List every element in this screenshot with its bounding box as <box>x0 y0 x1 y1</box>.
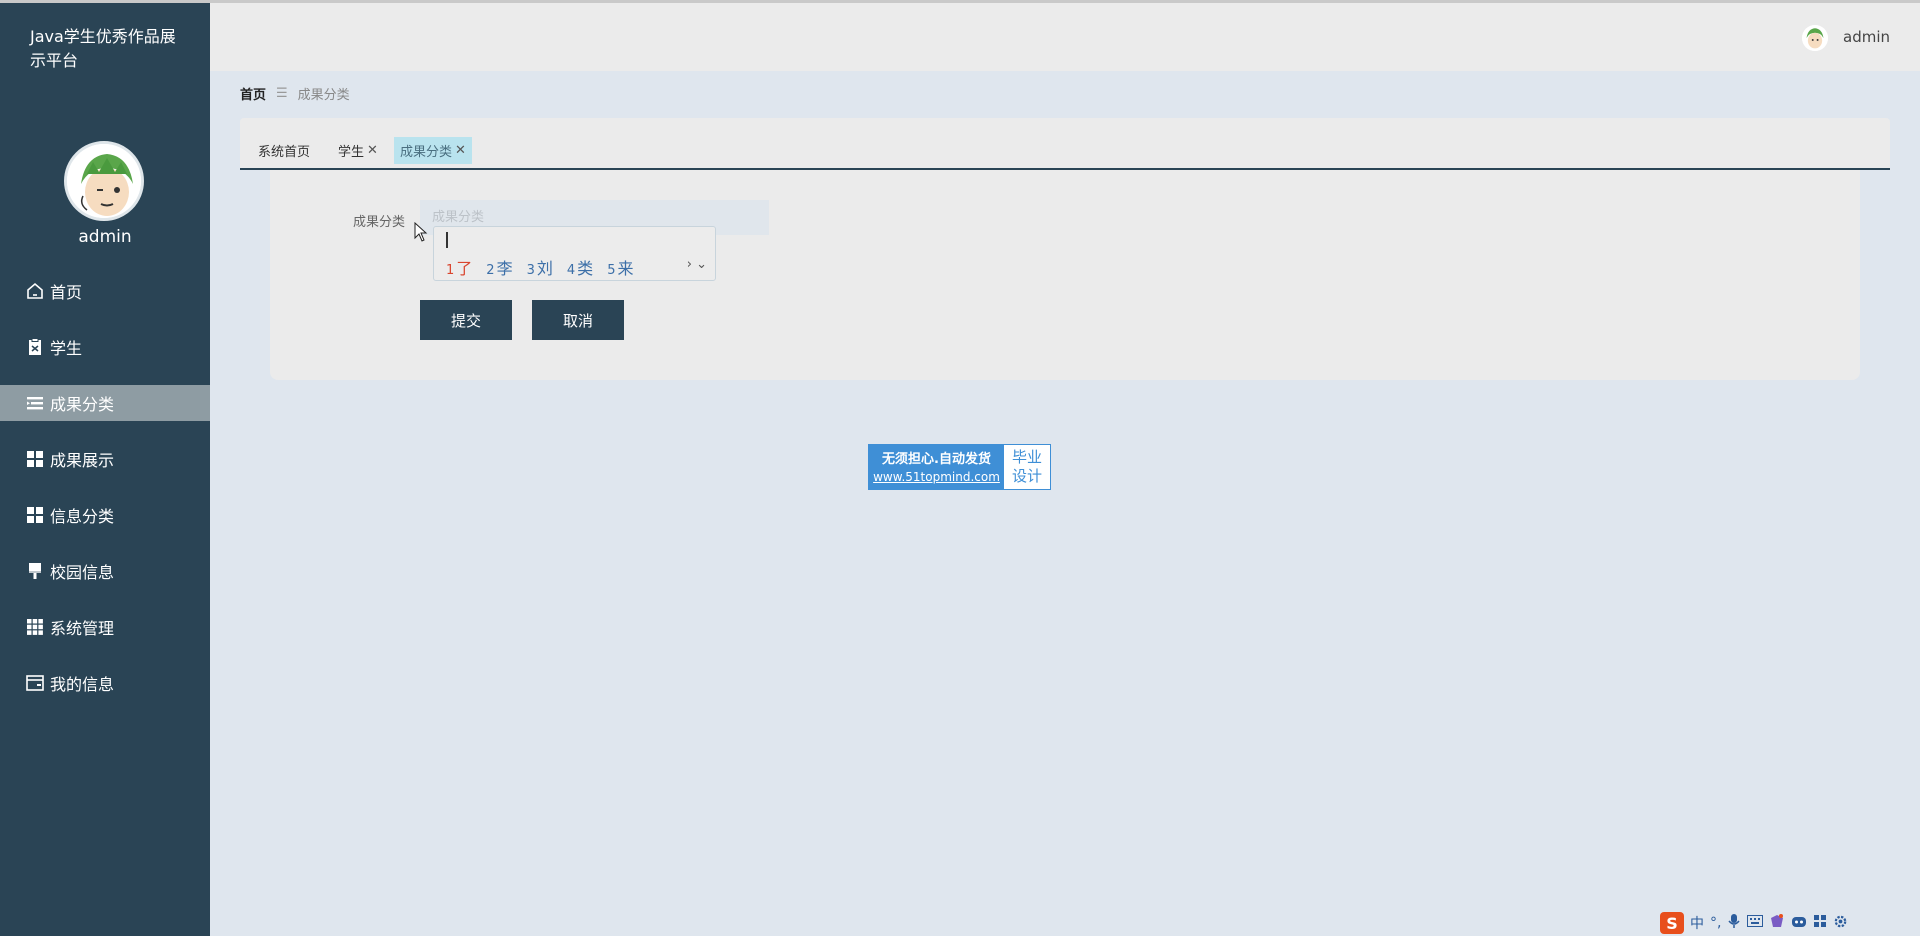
breadcrumb: 首页 ☰ 成果分类 <box>240 84 350 103</box>
promo-right: 毕业 设计 <box>1004 445 1050 489</box>
brush-icon <box>24 560 46 582</box>
sidebar-item-achievement-category[interactable]: 成果分类 <box>0 385 210 421</box>
breadcrumb-separator-icon: ☰ <box>276 86 288 101</box>
sidebar-username: admin <box>78 227 132 247</box>
sidebar-item-my-info[interactable]: 我的信息 <box>0 665 210 701</box>
ime-candidate[interactable]: 3刘 <box>527 255 553 279</box>
mic-icon[interactable] <box>1727 913 1741 933</box>
cancel-button[interactable]: 取消 <box>532 300 624 340</box>
settings-icon[interactable] <box>1833 914 1848 933</box>
ime-next-page-icon[interactable]: › ⌄ <box>687 257 707 272</box>
sidebar-item-label: 我的信息 <box>50 675 115 694</box>
avatar-image <box>67 144 141 218</box>
avatar <box>64 141 144 221</box>
skin-icon[interactable] <box>1769 913 1785 933</box>
ime-mode-toggle[interactable]: 中 <box>1690 913 1704 933</box>
sidebar-item-label: 成果分类 <box>50 395 115 414</box>
ime-candidates: 1了 2李 3刘 4类 5来 <box>446 255 647 279</box>
punctuation-toggle[interactable]: °, <box>1710 915 1721 931</box>
clipboard-icon <box>24 336 46 358</box>
promo-badge[interactable]: 无须担心.自动发货 www.51topmind.com 毕业 设计 <box>868 444 1051 490</box>
tab-label: 成果分类 <box>400 145 453 160</box>
sidebar-menu: 首页 学生 成果分类 成果展示 信息分类 校园信息 系统管理 我的信息 <box>0 273 210 721</box>
app-title: Java学生优秀作品展示平台 <box>30 27 176 70</box>
sidebar-item-campus-info[interactable]: 校园信息 <box>0 553 210 589</box>
close-icon[interactable]: ✕ <box>367 143 378 158</box>
sidebar-item-system-management[interactable]: 系统管理 <box>0 609 210 645</box>
close-icon[interactable]: ✕ <box>455 143 466 158</box>
home-icon <box>24 280 46 302</box>
ime-toolbar: S 中 °, <box>1660 910 1890 936</box>
promo-url[interactable]: www.51topmind.com <box>869 470 1004 484</box>
sidebar-item-label: 信息分类 <box>50 507 115 526</box>
sidebar-item-home[interactable]: 首页 <box>0 273 210 309</box>
tab-system-home[interactable]: 系统首页 <box>252 137 316 164</box>
sidebar-item-label: 首页 <box>50 283 83 302</box>
sidebar-item-label: 学生 <box>50 339 83 358</box>
avatar-image <box>1802 25 1828 51</box>
field-label: 成果分类 <box>353 215 406 230</box>
ime-candidate[interactable]: 1了 <box>446 255 472 279</box>
wallet-icon <box>24 672 46 694</box>
sidebar-item-students[interactable]: 学生 <box>0 329 210 365</box>
ime-candidate[interactable]: 2李 <box>486 255 512 279</box>
tab-label: 学生 <box>338 145 365 160</box>
grid-icon <box>24 504 46 526</box>
breadcrumb-home[interactable]: 首页 <box>240 84 266 103</box>
promo-line1: 无须担心.自动发货 <box>882 452 991 467</box>
ime-candidate[interactable]: 5来 <box>607 255 633 279</box>
sidebar-item-label: 校园信息 <box>50 563 115 582</box>
sidebar-item-achievement-display[interactable]: 成果展示 <box>0 441 210 477</box>
sogou-logo-icon[interactable]: S <box>1660 912 1684 934</box>
tab-label: 系统首页 <box>258 145 311 160</box>
top-header: admin <box>210 3 1920 71</box>
bot-icon[interactable] <box>1791 914 1807 932</box>
apps-icon[interactable] <box>1813 914 1827 932</box>
mouse-cursor-icon <box>414 222 428 242</box>
grid9-icon <box>24 616 46 638</box>
submit-button[interactable]: 提交 <box>420 300 512 340</box>
header-username[interactable]: admin <box>1843 28 1890 46</box>
header-avatar[interactable] <box>1802 25 1828 51</box>
tabs-bar: 系统首页 学生 ✕ 成果分类 ✕ <box>240 118 1890 170</box>
tab-achievement-category[interactable]: 成果分类 ✕ <box>394 137 472 164</box>
sidebar-item-info-category[interactable]: 信息分类 <box>0 497 210 533</box>
grid-icon <box>24 448 46 470</box>
text-caret <box>446 232 448 248</box>
tab-students[interactable]: 学生 ✕ <box>332 137 384 164</box>
sidebar-item-label: 系统管理 <box>50 619 115 638</box>
breadcrumb-current: 成果分类 <box>297 88 350 103</box>
list-icon <box>24 392 46 414</box>
ime-candidate-popup: 1了 2李 3刘 4类 5来 › ⌄ <box>433 226 716 281</box>
promo-left: 无须担心.自动发货 www.51topmind.com <box>869 445 1004 489</box>
ime-candidate[interactable]: 4类 <box>567 255 593 279</box>
sidebar-item-label: 成果展示 <box>50 451 115 470</box>
keyboard-icon[interactable] <box>1747 915 1764 931</box>
sidebar: Java学生优秀作品展示平台 admin 首页 学生 成果分类 成果展示 信息分… <box>0 3 210 936</box>
